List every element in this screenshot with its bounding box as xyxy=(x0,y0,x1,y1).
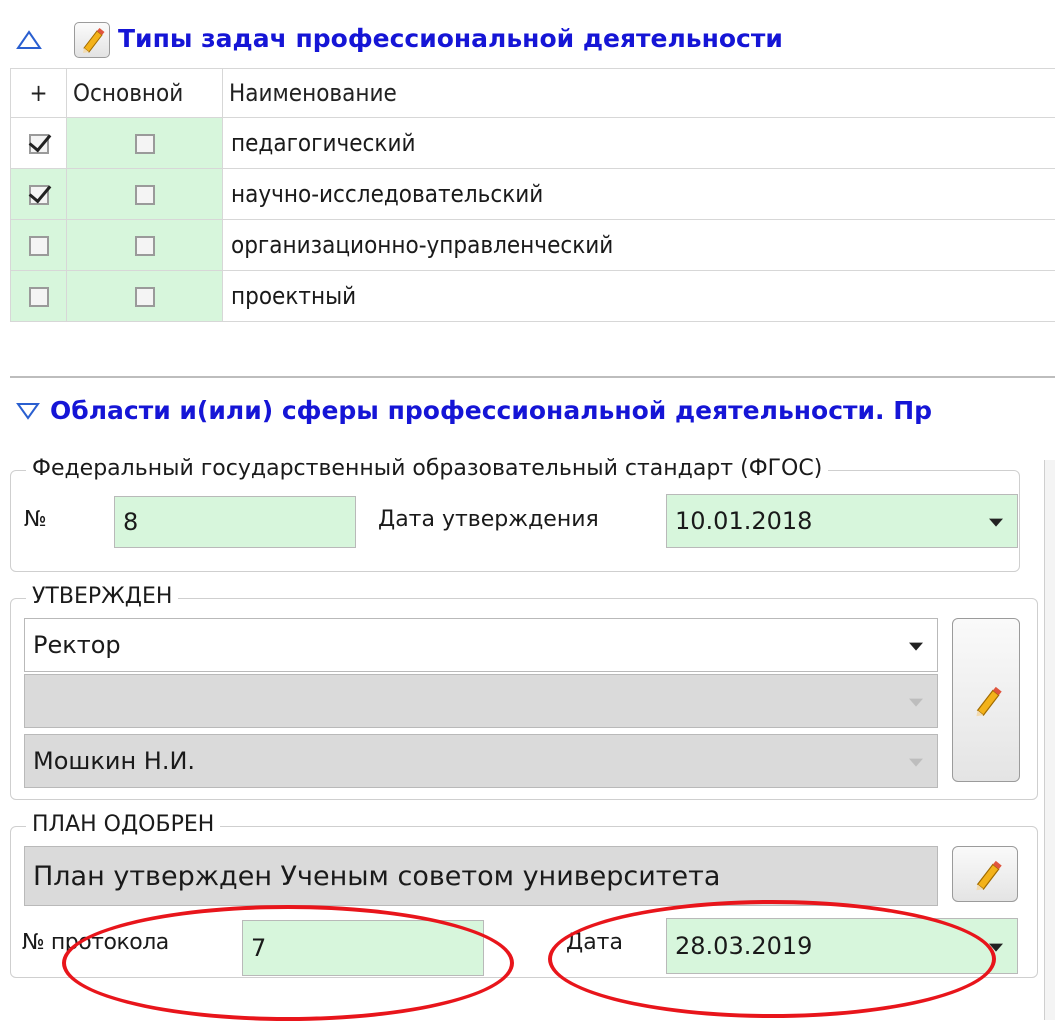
edit-approver-button[interactable] xyxy=(952,618,1020,782)
expand-triangle-icon[interactable] xyxy=(16,402,40,420)
select-cell[interactable] xyxy=(10,219,67,271)
main-cell[interactable] xyxy=(66,270,223,322)
fgos-date-value: 10.01.2018 xyxy=(675,507,813,535)
plan-text-field[interactable]: План утвержден Ученым советом университе… xyxy=(24,846,938,906)
table-row[interactable]: педагогический xyxy=(10,117,1055,169)
select-cell[interactable] xyxy=(10,117,67,169)
fgos-number-value: 8 xyxy=(123,508,139,536)
select-checkbox[interactable] xyxy=(28,185,49,205)
fgos-group-label: Федеральный государственный образователь… xyxy=(26,456,829,481)
approved-group-label: УТВЕРЖДЕН xyxy=(26,584,179,609)
name-cell: проектный xyxy=(222,270,1055,322)
select-cell[interactable] xyxy=(10,168,67,220)
approver-person-value: Мошкин Н.И. xyxy=(33,747,196,775)
section-divider xyxy=(10,376,1055,378)
collapse-triangle-icon[interactable] xyxy=(16,30,42,50)
main-cell[interactable] xyxy=(66,117,223,169)
main-checkbox[interactable] xyxy=(134,185,155,205)
main-cell[interactable] xyxy=(66,168,223,220)
column-header-select[interactable]: + xyxy=(10,68,67,118)
section-title-areas: Области и(или) сферы профессиональной де… xyxy=(50,396,933,425)
edit-plan-button[interactable] xyxy=(952,846,1018,902)
dropdown-arrow-icon[interactable] xyxy=(909,642,923,651)
vertical-scrollbar[interactable] xyxy=(1044,460,1055,1020)
dropdown-arrow-icon[interactable] xyxy=(989,518,1003,527)
fgos-number-field[interactable]: 8 xyxy=(114,496,356,548)
pencil-icon xyxy=(83,28,105,53)
fgos-number-label: № xyxy=(24,507,47,532)
main-cell[interactable] xyxy=(66,219,223,271)
name-cell: организационно-управленческий xyxy=(222,219,1055,271)
fgos-date-dropdown[interactable]: 10.01.2018 xyxy=(666,494,1018,548)
approver-position-value: Ректор xyxy=(33,631,121,659)
table-row[interactable]: научно-исследовательский xyxy=(10,168,1055,220)
highlight-ellipse-date xyxy=(548,900,996,1018)
plan-group-label: ПЛАН ОДОБРЕН xyxy=(26,812,221,837)
column-header-name[interactable]: Наименование xyxy=(222,68,1055,118)
name-cell: научно-исследовательский xyxy=(222,168,1055,220)
column-header-main[interactable]: Основной xyxy=(66,68,223,118)
select-checkbox[interactable] xyxy=(28,236,49,256)
name-cell: педагогический xyxy=(222,117,1055,169)
table-row[interactable]: организационно-управленческий xyxy=(10,219,1055,271)
pencil-icon xyxy=(976,686,1002,717)
section-title-task-types: Типы задач профессиональной деятельности xyxy=(118,24,783,53)
fgos-date-label: Дата утверждения xyxy=(378,507,599,532)
highlight-ellipse-protocol xyxy=(62,905,514,1021)
dropdown-arrow-icon[interactable] xyxy=(909,758,923,767)
dropdown-arrow-icon[interactable] xyxy=(909,698,923,707)
table-row[interactable]: проектный xyxy=(10,270,1055,322)
plan-text-value: План утвержден Ученым советом университе… xyxy=(33,860,721,892)
select-checkbox[interactable] xyxy=(28,134,49,154)
approver-person-dropdown[interactable]: Мошкин Н.И. xyxy=(24,734,938,788)
approver-position-dropdown[interactable]: Ректор xyxy=(24,618,938,672)
task-types-table: + Основной Наименование педагогический н… xyxy=(10,68,1055,322)
select-checkbox[interactable] xyxy=(28,287,49,307)
pencil-icon xyxy=(976,860,1002,891)
table-header-row: + Основной Наименование xyxy=(10,68,1055,118)
main-checkbox[interactable] xyxy=(134,236,155,256)
approver-second-dropdown[interactable] xyxy=(24,674,938,728)
edit-section-button[interactable] xyxy=(74,22,110,58)
main-checkbox[interactable] xyxy=(134,134,155,154)
select-cell[interactable] xyxy=(10,270,67,322)
main-checkbox[interactable] xyxy=(134,287,155,307)
